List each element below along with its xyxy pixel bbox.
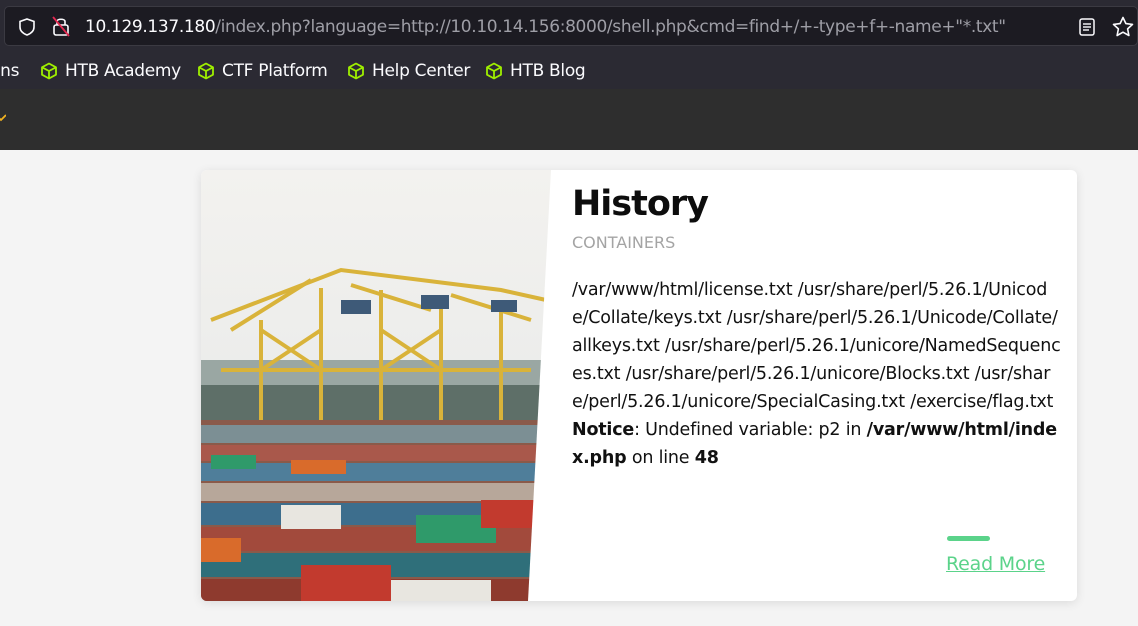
url-text[interactable]: 10.129.137.180/index.php?language=http:/… [85,16,1006,38]
bookmark-label: CTF Platform [222,61,328,81]
bookmark-label: HTB Academy [65,61,181,81]
reader-view-icon[interactable] [1077,16,1097,38]
bookmark-item-clipped[interactable]: ons [0,61,19,81]
notice-message: : Undefined variable: p2 in [634,420,867,440]
htb-cube-icon [486,62,502,80]
read-more-link[interactable]: Read More [946,553,1045,575]
bookmark-htb-academy[interactable]: HTB Academy [40,61,181,81]
url-bar[interactable]: 10.129.137.180/index.php?language=http:/… [4,6,1138,46]
insecure-lock-icon[interactable] [51,15,71,37]
shipping-port-image [201,170,551,601]
bookmarks-toolbar: ons HTB Academy CTF Platform Help Center… [0,55,1138,89]
notice-on-line: on line [626,448,695,468]
site-navbar [0,89,1138,150]
file-list-output: /var/www/html/license.txt /usr/share/per… [572,280,1061,412]
card-subtitle: CONTAINERS [572,233,676,252]
notice-line-number: 48 [694,448,719,468]
notice-label: Notice [572,420,635,440]
card-title: History [572,184,709,224]
php-notice: Notice: Undefined variable: p2 in /var/w… [572,420,1057,468]
bookmark-star-icon[interactable] [1111,15,1135,39]
bookmark-label: HTB Blog [510,61,586,81]
bookmark-label: Help Center [372,61,471,81]
htb-cube-icon [41,62,57,80]
url-host: 10.129.137.180 [85,17,216,37]
bookmark-ctf-platform[interactable]: CTF Platform [197,61,328,81]
shield-icon[interactable] [17,17,37,37]
read-more-accent-bar [947,536,990,541]
url-path: /index.php?language=http://10.10.14.156:… [215,17,1006,37]
browser-toolbar: 10.129.137.180/index.php?language=http:/… [0,0,1138,55]
nav-toggle-icon[interactable] [0,114,6,122]
htb-cube-icon [348,62,364,80]
command-output: /var/www/html/license.txt /usr/share/per… [572,276,1062,472]
bookmark-htb-blog[interactable]: HTB Blog [485,61,586,81]
htb-cube-icon [198,62,214,80]
history-card: History CONTAINERS /var/www/html/license… [201,170,1077,601]
bookmark-help-center[interactable]: Help Center [347,61,470,81]
